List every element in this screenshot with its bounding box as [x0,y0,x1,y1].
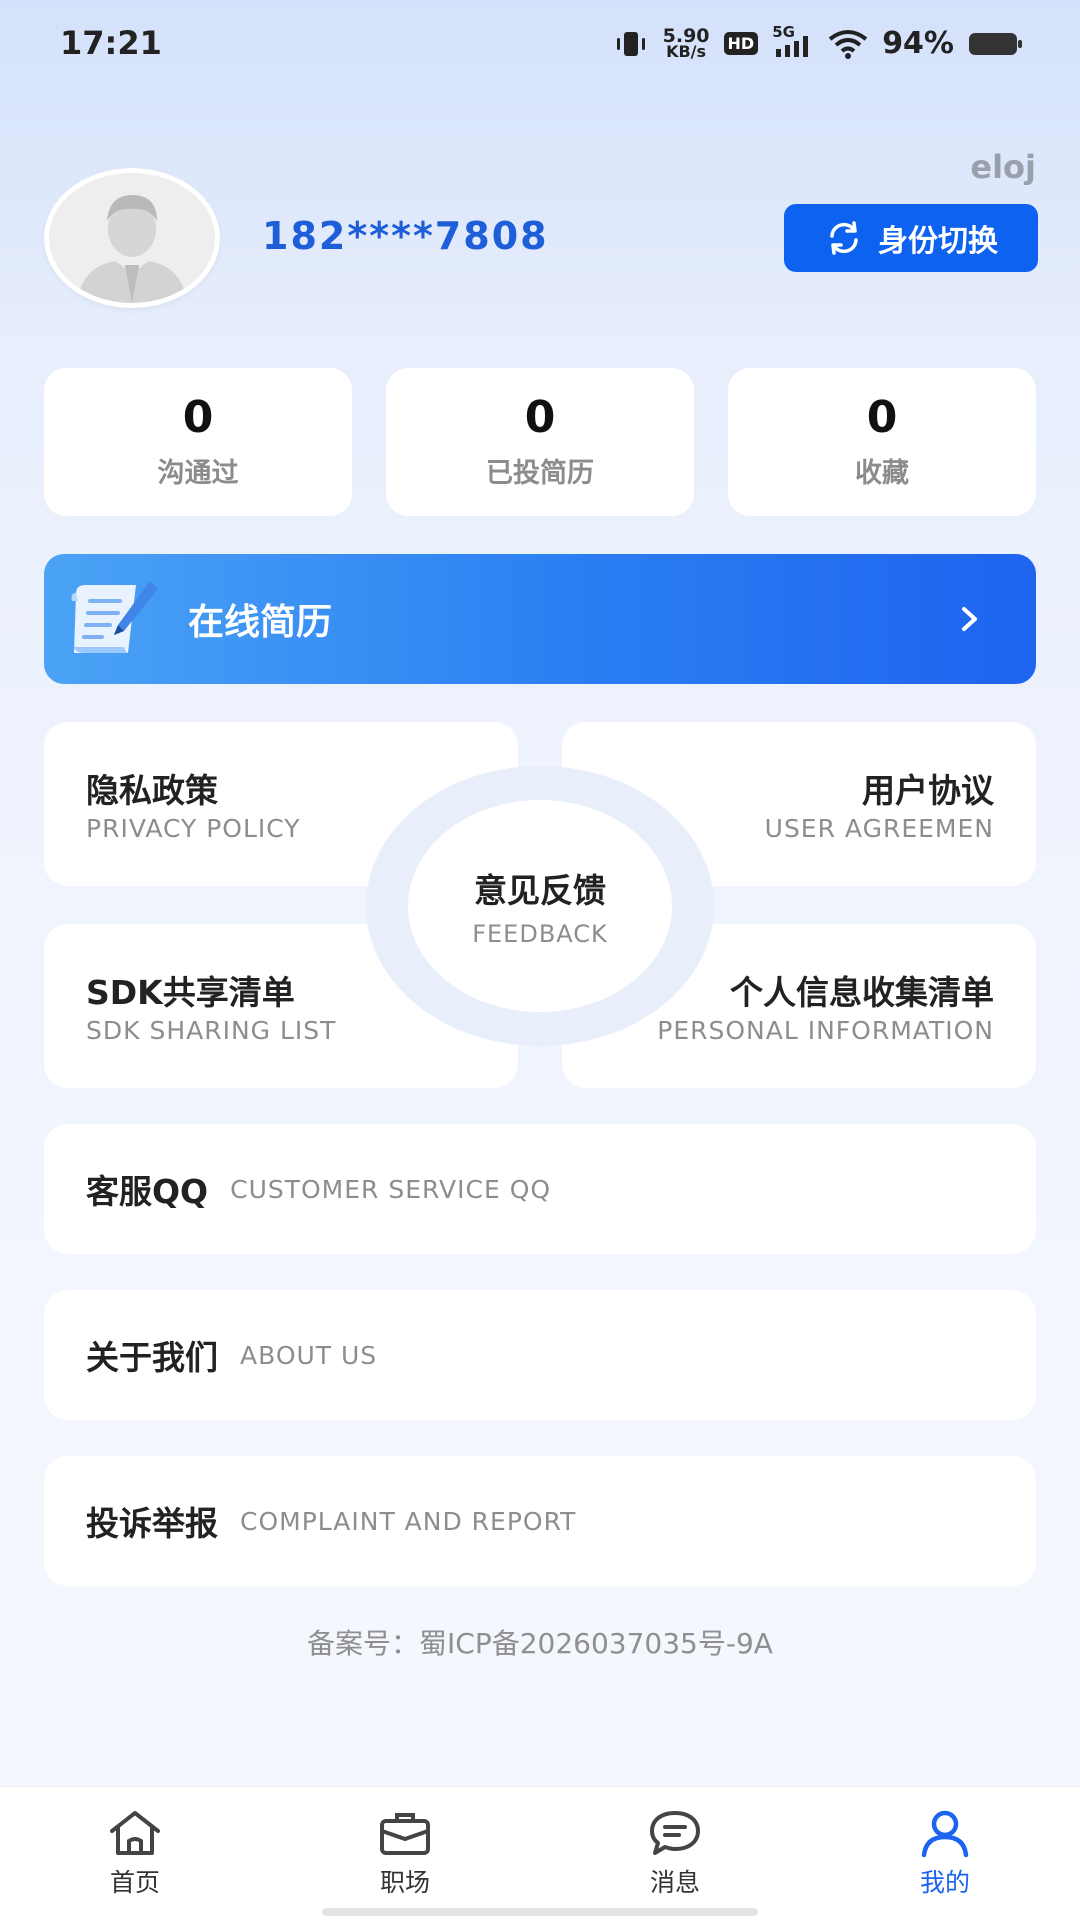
nav-label: 我的 [919,1868,970,1897]
stat-label: 已投简历 [486,457,594,489]
bottom-nav: 首页 职场 消息 我的 [0,1786,1080,1920]
avatar[interactable] [44,168,220,308]
home-indicator[interactable] [322,1908,758,1916]
stat-label: 收藏 [855,457,909,489]
document-pen-icon [71,581,158,653]
row-title: 客服QQ [86,1172,209,1211]
stat-value: 0 [524,392,556,444]
card-title: 隐私政策 [86,771,218,810]
icp-record: 备案号：蜀ICP备2026037035号-9A [307,1627,773,1660]
identity-switch-button[interactable]: 身份切换 [784,204,1038,272]
complaint-report-row[interactable]: 投诉举报 COMPLAINT AND REPORT [44,1456,1036,1586]
identity-switch-label: 身份切换 [878,224,998,259]
feedback-inner: 意见反馈 FEEDBACK [408,800,672,1012]
status-time: 17:21 [60,24,162,62]
avatar-placeholder-icon [49,173,215,303]
stat-label: 沟通过 [157,457,239,489]
stat-value: 0 [866,392,898,444]
hd-badge: HD [723,32,759,55]
nav-label: 首页 [109,1868,160,1897]
card-subtitle: USER AGREEMEN [764,814,994,843]
status-icons: 5.90 KB/s HD 5G 94% [613,23,1024,61]
stat-favorites[interactable]: 0 收藏 [728,368,1036,516]
card-title: SDK共享清单 [86,973,295,1012]
row-title: 关于我们 [86,1338,218,1377]
nav-item-messages[interactable]: 消息 [540,1787,810,1920]
user-icon [921,1810,969,1858]
briefcase-icon [380,1813,430,1855]
wifi-icon [828,29,868,59]
card-subtitle: SDK SHARING LIST [86,1016,337,1045]
nav-item-home[interactable]: 首页 [0,1787,270,1920]
phone-number: 182****7808 [262,214,549,258]
nav-item-workplace[interactable]: 职场 [270,1787,540,1920]
feedback-title: 意见反馈 [474,871,606,910]
stat-contacted[interactable]: 0 沟通过 [44,368,352,516]
card-title: 个人信息收集清单 [730,973,994,1012]
card-subtitle: PERSONAL INFORMATION [657,1016,994,1045]
row-subtitle: ABOUT US [240,1340,378,1370]
refresh-icon [830,221,858,255]
online-resume-banner[interactable]: 在线简历 [44,554,1036,684]
nav-item-mine[interactable]: 我的 [810,1787,1080,1920]
card-title: 用户协议 [862,771,994,810]
chevron-right-icon [962,607,977,631]
feedback-button[interactable]: 意见反馈 FEEDBACK [366,766,714,1046]
net-speed: 5.90 KB/s [662,24,710,61]
card-subtitle: PRIVACY POLICY [86,814,301,843]
stat-applied[interactable]: 0 已投简历 [386,368,694,516]
customer-service-qq-row[interactable]: 客服QQ CUSTOMER SERVICE QQ [44,1124,1036,1254]
row-title: 投诉举报 [86,1504,218,1543]
about-us-row[interactable]: 关于我们 ABOUT US [44,1290,1036,1420]
battery-level: 94% [882,26,954,61]
row-subtitle: COMPLAINT AND REPORT [240,1506,577,1536]
nav-label: 职场 [379,1868,430,1897]
vibrate-icon [613,29,649,59]
signal-icon: 5G [772,23,814,59]
stat-value: 0 [182,392,214,444]
online-resume-label: 在线简历 [188,602,333,643]
feedback-subtitle: FEEDBACK [472,920,608,948]
row-subtitle: CUSTOMER SERVICE QQ [230,1174,552,1204]
status-bar: 17:21 5.90 KB/s HD 5G 94% [0,0,1080,92]
chat-icon [650,1811,700,1855]
battery-icon [968,31,1024,57]
home-icon [110,1811,160,1855]
nav-label: 消息 [649,1868,700,1897]
corner-tag: eloj [970,148,1036,186]
stats-row: 0 沟通过 0 已投简历 0 收藏 [44,368,1036,516]
